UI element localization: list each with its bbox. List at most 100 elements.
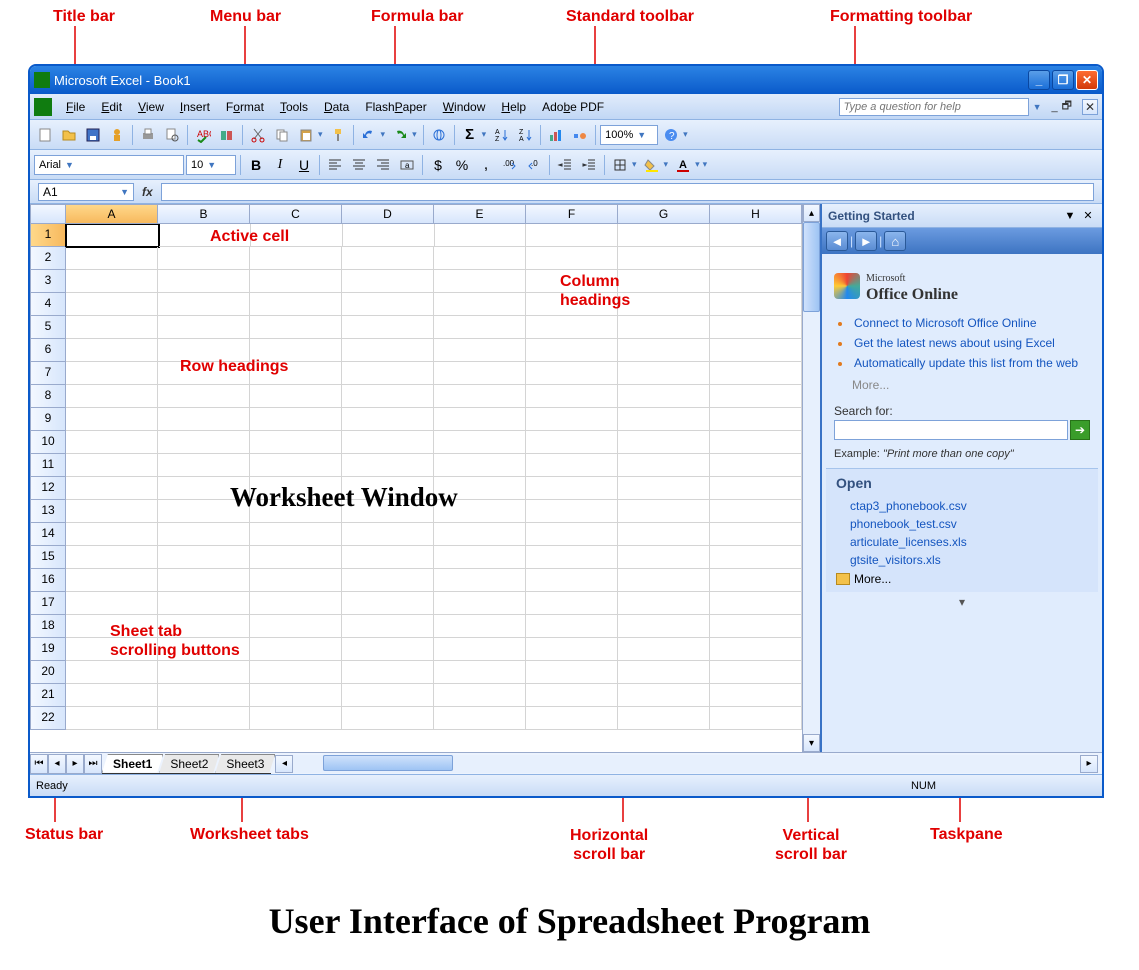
menu-flashpaper[interactable]: FlashPaper — [357, 98, 434, 116]
taskpane-more-link[interactable]: More... — [822, 376, 1102, 400]
new-icon[interactable] — [34, 124, 56, 146]
close-button[interactable]: ✕ — [1076, 70, 1098, 90]
cell[interactable] — [710, 431, 802, 454]
print-preview-icon[interactable] — [161, 124, 183, 146]
cell[interactable] — [342, 408, 434, 431]
taskpane-dropdown-icon[interactable]: ▼ — [1062, 208, 1078, 224]
cell[interactable] — [526, 661, 618, 684]
cell[interactable] — [66, 523, 158, 546]
cell[interactable] — [710, 661, 802, 684]
cell[interactable] — [526, 569, 618, 592]
cell[interactable] — [526, 546, 618, 569]
cell[interactable] — [618, 569, 710, 592]
cell[interactable] — [710, 247, 802, 270]
sheet-last-button[interactable]: ⏭ — [84, 754, 102, 774]
recent-file-link[interactable]: gtsite_visitors.xls — [836, 551, 1088, 569]
italic-button[interactable]: I — [269, 154, 291, 176]
borders-icon[interactable] — [609, 154, 631, 176]
cell[interactable] — [343, 224, 435, 247]
cell[interactable] — [434, 431, 526, 454]
scroll-thumb[interactable] — [803, 222, 820, 312]
undo-icon[interactable] — [358, 124, 380, 146]
name-box[interactable]: A1▼ — [38, 183, 134, 201]
cell[interactable] — [250, 270, 342, 293]
maximize-button[interactable]: ❐ — [1052, 70, 1074, 90]
cut-icon[interactable] — [247, 124, 269, 146]
cell[interactable] — [434, 546, 526, 569]
row-header[interactable]: 21 — [30, 684, 66, 707]
cell[interactable] — [618, 592, 710, 615]
chart-wizard-icon[interactable] — [545, 124, 567, 146]
row-header[interactable]: 17 — [30, 592, 66, 615]
select-all-corner[interactable] — [30, 204, 66, 224]
underline-button[interactable]: U — [293, 154, 315, 176]
cell[interactable] — [710, 523, 802, 546]
row-header[interactable]: 15 — [30, 546, 66, 569]
increase-decimal-icon[interactable]: .00 — [499, 154, 521, 176]
cell[interactable] — [618, 500, 710, 523]
cell[interactable] — [250, 523, 342, 546]
cell[interactable] — [66, 477, 158, 500]
cell[interactable] — [710, 224, 802, 247]
cell[interactable] — [66, 569, 158, 592]
row-header[interactable]: 19 — [30, 638, 66, 661]
cell[interactable] — [342, 385, 434, 408]
save-icon[interactable] — [82, 124, 104, 146]
column-header[interactable]: A — [66, 204, 158, 224]
cell[interactable] — [526, 408, 618, 431]
cell[interactable] — [710, 638, 802, 661]
cell[interactable] — [710, 454, 802, 477]
cell[interactable] — [342, 247, 434, 270]
row-header[interactable]: 2 — [30, 247, 66, 270]
menu-view[interactable]: View — [130, 98, 172, 116]
cell[interactable] — [342, 431, 434, 454]
menu-tools[interactable]: Tools — [272, 98, 316, 116]
decrease-decimal-icon[interactable]: .0 — [523, 154, 545, 176]
cell[interactable] — [434, 339, 526, 362]
row-header[interactable]: 10 — [30, 431, 66, 454]
vertical-scrollbar[interactable]: ▴ ▾ — [802, 204, 820, 752]
doc-close-button[interactable]: ✕ — [1082, 99, 1098, 115]
font-name-combo[interactable]: Arial▼ — [34, 155, 184, 175]
cell[interactable] — [66, 385, 158, 408]
align-center-icon[interactable] — [348, 154, 370, 176]
cell[interactable] — [250, 546, 342, 569]
align-left-icon[interactable] — [324, 154, 346, 176]
cell[interactable] — [526, 707, 618, 730]
menu-data[interactable]: Data — [316, 98, 357, 116]
menu-file[interactable]: File — [58, 98, 93, 116]
recent-file-link[interactable]: ctap3_phonebook.csv — [836, 497, 1088, 515]
cell[interactable] — [434, 661, 526, 684]
copy-icon[interactable] — [271, 124, 293, 146]
cell[interactable] — [710, 385, 802, 408]
help-icon[interactable]: ? — [660, 124, 682, 146]
menu-insert[interactable]: Insert — [172, 98, 218, 116]
align-right-icon[interactable] — [372, 154, 394, 176]
cell[interactable] — [618, 615, 710, 638]
cell[interactable] — [158, 523, 250, 546]
cell[interactable] — [342, 362, 434, 385]
percent-button[interactable]: % — [451, 154, 473, 176]
cell[interactable] — [710, 592, 802, 615]
comma-button[interactable]: , — [475, 154, 497, 176]
cell[interactable] — [250, 316, 342, 339]
cell[interactable] — [66, 431, 158, 454]
row-header[interactable]: 16 — [30, 569, 66, 592]
sheet-tab[interactable]: Sheet1 — [102, 754, 163, 773]
drawing-icon[interactable] — [569, 124, 591, 146]
cell[interactable] — [158, 592, 250, 615]
cell[interactable] — [710, 477, 802, 500]
cell[interactable] — [158, 247, 250, 270]
cell[interactable] — [158, 684, 250, 707]
row-header[interactable]: 8 — [30, 385, 66, 408]
sort-desc-icon[interactable]: ZA — [514, 124, 536, 146]
autosum-icon[interactable]: Σ — [459, 124, 481, 146]
title-bar[interactable]: Microsoft Excel - Book1 _ ❐ ✕ — [30, 66, 1102, 94]
cell[interactable] — [158, 661, 250, 684]
menu-help[interactable]: Help — [493, 98, 534, 116]
cell[interactable] — [434, 638, 526, 661]
formula-input[interactable] — [161, 183, 1094, 201]
research-icon[interactable] — [216, 124, 238, 146]
row-header[interactable]: 13 — [30, 500, 66, 523]
fill-color-icon[interactable] — [641, 154, 663, 176]
